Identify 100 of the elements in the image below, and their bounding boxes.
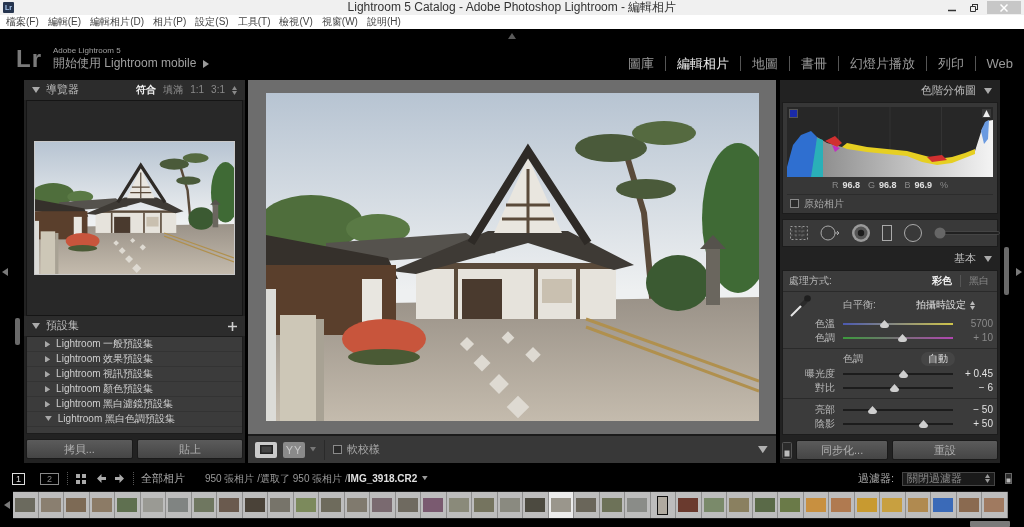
filmstrip-thumbnail[interactable] bbox=[905, 492, 931, 518]
menu-item[interactable]: 編輯相片(D) bbox=[90, 15, 144, 29]
slider-thumb[interactable] bbox=[868, 405, 878, 414]
filmstrip-thumbnail[interactable] bbox=[191, 492, 217, 518]
filmstrip-thumbnail[interactable] bbox=[344, 492, 370, 518]
menu-item[interactable]: 工具(T) bbox=[237, 15, 271, 29]
zoom-option[interactable]: 3:1 bbox=[211, 84, 225, 96]
filmstrip-thumbnail[interactable] bbox=[752, 492, 778, 518]
checkbox[interactable] bbox=[790, 199, 799, 208]
filmstrip-thumbnail[interactable] bbox=[701, 492, 727, 518]
caret-right-icon[interactable] bbox=[203, 59, 210, 68]
mobile-promo-link[interactable]: 開始使用 Lightroom mobile bbox=[53, 56, 210, 71]
filmstrip-thumbnail[interactable] bbox=[293, 492, 319, 518]
caret-right-icon[interactable] bbox=[45, 355, 51, 363]
caret-down-icon[interactable] bbox=[984, 255, 992, 262]
caret-right-icon[interactable] bbox=[45, 340, 51, 348]
circle-arrow-icon[interactable] bbox=[820, 225, 840, 241]
filmstrip-thumbnail[interactable] bbox=[625, 492, 651, 518]
slider-thumb[interactable] bbox=[890, 383, 900, 392]
filmstrip-thumbnail[interactable] bbox=[370, 492, 396, 518]
slider-thumb[interactable] bbox=[880, 319, 890, 328]
auto-button[interactable]: 自動 bbox=[921, 351, 955, 366]
target-icon[interactable] bbox=[852, 224, 870, 242]
filter-dropdown[interactable]: 關閉過濾器 bbox=[902, 471, 995, 486]
filmstrip-thumbnail[interactable] bbox=[778, 492, 804, 518]
module-tab[interactable]: 地圖 bbox=[739, 56, 789, 71]
caret-right-icon[interactable] bbox=[45, 370, 51, 378]
menu-item[interactable]: 相片(P) bbox=[153, 15, 187, 29]
filmstrip-thumbnail[interactable] bbox=[268, 492, 294, 518]
filmstrip-thumbnail[interactable] bbox=[115, 492, 141, 518]
panel-button[interactable]: 同步化... bbox=[796, 440, 889, 460]
filmstrip-thumbnail[interactable] bbox=[140, 492, 166, 518]
filmstrip-thumbnail[interactable] bbox=[829, 492, 855, 518]
module-tab[interactable]: 書冊 bbox=[788, 56, 838, 71]
filmstrip-thumbnail[interactable] bbox=[13, 492, 39, 518]
preset-folder[interactable]: Lightroom 一般預設集 bbox=[56, 337, 154, 351]
filmstrip-thumbnail[interactable] bbox=[421, 492, 447, 518]
plus-icon[interactable] bbox=[228, 321, 237, 331]
slider-thumb[interactable] bbox=[918, 419, 928, 428]
caret-up-icon[interactable] bbox=[508, 33, 516, 39]
checkbox[interactable] bbox=[333, 445, 342, 454]
filmstrip-thumbnail[interactable] bbox=[38, 492, 64, 518]
caret-down-icon[interactable] bbox=[422, 476, 428, 481]
filmstrip-thumbnail[interactable] bbox=[650, 492, 676, 518]
caret-left-icon[interactable] bbox=[2, 267, 8, 276]
filmstrip-thumbnail[interactable] bbox=[319, 492, 345, 518]
caret-left-icon[interactable] bbox=[3, 501, 10, 509]
filmstrip-thumbnail[interactable] bbox=[166, 492, 192, 518]
slider-thumb[interactable] bbox=[899, 369, 908, 378]
module-tab[interactable]: 編輯相片 bbox=[664, 56, 740, 71]
preset-folder[interactable]: Lightroom 效果預設集 bbox=[56, 352, 154, 366]
scrollbar-thumb[interactable] bbox=[14, 318, 20, 345]
filmstrip-thumbnail[interactable] bbox=[497, 492, 523, 518]
scrollbar-thumb[interactable] bbox=[1004, 247, 1009, 295]
caret-down-icon[interactable] bbox=[45, 416, 52, 422]
monitor-button[interactable]: 1 bbox=[12, 472, 25, 485]
menu-item[interactable]: 視窗(W) bbox=[321, 15, 358, 29]
menu-item[interactable]: 檢視(V) bbox=[279, 15, 313, 29]
filmstrip-thumbnail[interactable] bbox=[574, 492, 600, 518]
filmstrip-thumbnail[interactable] bbox=[446, 492, 472, 518]
caret-down-icon[interactable] bbox=[32, 323, 40, 329]
switch-icon[interactable] bbox=[782, 441, 792, 459]
menu-item[interactable]: 編輯(E) bbox=[47, 15, 82, 29]
filmstrip-thumbnail[interactable] bbox=[880, 492, 906, 518]
eyedropper-icon[interactable] bbox=[789, 293, 811, 317]
filmstrip-thumbnail[interactable] bbox=[854, 492, 880, 518]
module-tab[interactable]: 列印 bbox=[925, 56, 975, 71]
filmstrip-thumbnail[interactable] bbox=[982, 492, 1008, 518]
zoom-option[interactable]: 1:1 bbox=[190, 84, 205, 96]
circle-icon[interactable] bbox=[904, 224, 922, 242]
panel-button[interactable]: 重設 bbox=[892, 440, 998, 460]
slider-thumb[interactable] bbox=[897, 333, 907, 342]
filmstrip-thumbnail[interactable] bbox=[242, 492, 268, 518]
filmstrip-thumbnail[interactable] bbox=[727, 492, 753, 518]
caret-right-icon[interactable] bbox=[1015, 267, 1022, 276]
triangle-icon[interactable] bbox=[982, 109, 991, 118]
caret-down-icon[interactable] bbox=[758, 445, 768, 454]
preset-folder[interactable]: Lightroom 黑白濾鏡預設集 bbox=[56, 397, 174, 411]
filmstrip-thumbnail[interactable] bbox=[548, 492, 574, 518]
dashed-grid-icon[interactable] bbox=[790, 226, 808, 240]
preset-folder[interactable]: Lightroom 黑白色調預設集 bbox=[57, 412, 176, 426]
zoom-option[interactable]: 填滿 bbox=[163, 84, 184, 96]
filmstrip-thumbnail[interactable] bbox=[217, 492, 243, 518]
loupe-view-button[interactable] bbox=[255, 441, 277, 458]
filmstrip-thumbnail[interactable] bbox=[931, 492, 957, 518]
switch-icon[interactable] bbox=[1005, 473, 1012, 484]
module-tab[interactable]: 圖庫 bbox=[616, 56, 665, 71]
scrollbar-thumb[interactable] bbox=[970, 521, 1010, 527]
caret-right-icon[interactable] bbox=[45, 400, 51, 408]
menu-item[interactable]: 設定(S) bbox=[195, 15, 229, 29]
preset-folder[interactable]: Lightroom 視訊預設集 bbox=[56, 367, 154, 381]
filmstrip-thumbnail[interactable] bbox=[64, 492, 90, 518]
module-tab[interactable]: 幻燈片播放 bbox=[837, 56, 926, 71]
grid-icon[interactable] bbox=[76, 473, 86, 484]
treatment-option[interactable]: 彩色 bbox=[924, 275, 960, 287]
preset-folder[interactable]: Lightroom 顏色預設集 bbox=[56, 382, 154, 396]
panel-button[interactable]: 拷貝... bbox=[26, 439, 133, 459]
filmstrip-thumbnail[interactable] bbox=[523, 492, 549, 518]
balance-preset-dropdown[interactable]: 拍攝時設定 bbox=[916, 299, 975, 311]
rectangle-icon[interactable] bbox=[882, 225, 892, 241]
